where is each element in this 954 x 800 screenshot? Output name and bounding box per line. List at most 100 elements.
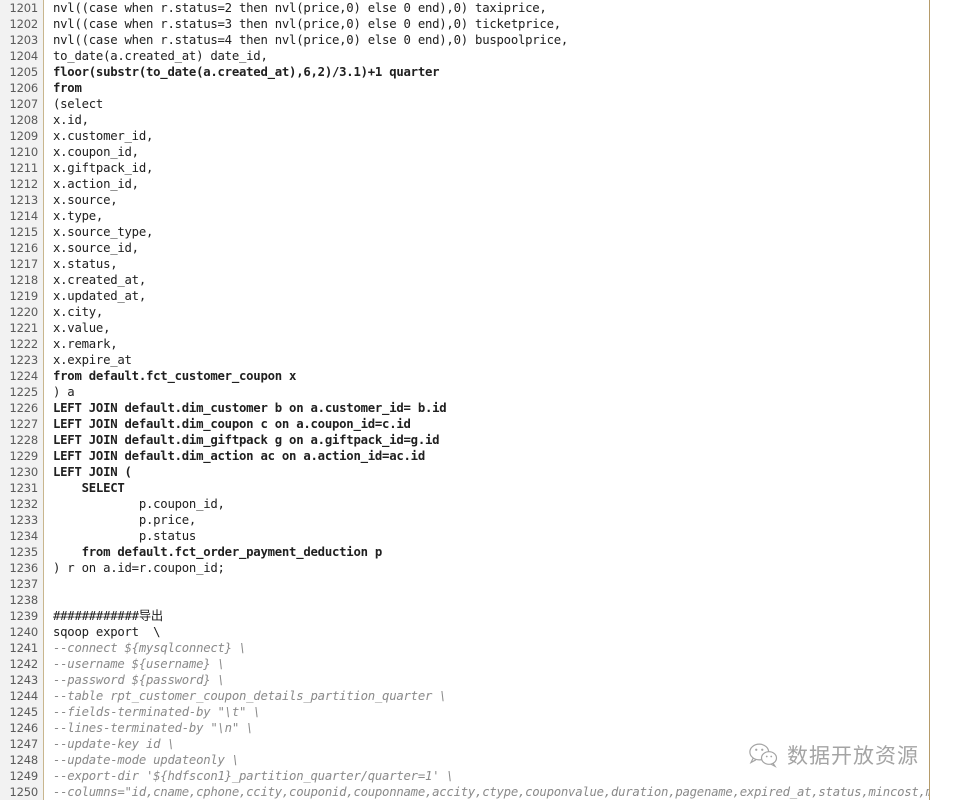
code-text: LEFT JOIN default.dim_giftpack g on a.gi… [53,433,440,447]
code-text: x.value, [53,321,111,335]
code-line[interactable]: 1226 LEFT JOIN default.dim_customer b on … [0,400,929,416]
code-line[interactable]: 1210 x.coupon_id, [0,144,929,160]
line-number: 1204 [0,48,44,64]
code-editor: 1201 nvl((case when r.status=2 then nvl(p… [0,0,954,800]
code-line[interactable]: 1220 x.city, [0,304,929,320]
code-line[interactable]: 1224 from default.fct_customer_coupon x [0,368,929,384]
code-line[interactable]: 1236 ) r on a.id=r.coupon_id; [0,560,929,576]
code-line[interactable]: 1202 nvl((case when r.status=3 then nvl(p… [0,16,929,32]
code-line[interactable]: 1241 --connect ${mysqlconnect} \ [0,640,929,656]
code-text: LEFT JOIN default.dim_customer b on a.cu… [53,401,447,415]
code-line[interactable]: 1206 from [0,80,929,96]
code-line[interactable]: 1237 [0,576,929,592]
code-line[interactable]: 1247 --update-key id \ [0,736,929,752]
code-line[interactable]: 1201 nvl((case when r.status=2 then nvl(p… [0,0,929,16]
code-text: --password ${password} \ [53,673,225,687]
code-line[interactable]: 1230 LEFT JOIN ( [0,464,929,480]
line-number: 1220 [0,304,44,320]
code-text: --connect ${mysqlconnect} \ [53,641,247,655]
code-text: from default.fct_customer_coupon x [53,369,297,383]
code-text: x.action_id, [53,177,139,191]
code-text: ############导出 [53,609,163,623]
code-line[interactable]: 1216 x.source_id, [0,240,929,256]
code-line[interactable]: 1231 SELECT [0,480,929,496]
code-line[interactable]: 1229 LEFT JOIN default.dim_action ac on a… [0,448,929,464]
code-line[interactable]: 1246 --lines-terminated-by "\n" \ [0,720,929,736]
code-line[interactable]: 1225) a [0,384,929,400]
code-line[interactable]: 1243 --password ${password} \ [0,672,929,688]
line-number: 1244 [0,688,44,704]
line-number: 1226 [0,400,44,416]
code-line[interactable]: 1217 x.status, [0,256,929,272]
code-text: ) r on a.id=r.coupon_id; [53,561,225,575]
code-line[interactable]: 1213 x.source, [0,192,929,208]
code-line[interactable]: 1242 --username ${username} \ [0,656,929,672]
line-number: 1243 [0,672,44,688]
code-line[interactable]: 1222 x.remark, [0,336,929,352]
code-line[interactable]: 1204 to_date(a.created_at) date_id, [0,48,929,64]
code-line[interactable]: 1239 ############导出 [0,608,929,624]
code-line[interactable]: 1214 x.type, [0,208,929,224]
code-line[interactable]: 1219 x.updated_at, [0,288,929,304]
code-line[interactable]: 1235 from default.fct_order_payment_dedu… [0,544,929,560]
code-line[interactable]: 1228 LEFT JOIN default.dim_giftpack g on … [0,432,929,448]
code-text: floor(substr(to_date(a.created_at),6,2)/… [53,65,440,79]
line-number: 1207 [0,96,44,112]
line-number: 1236 [0,560,44,576]
code-line[interactable]: 1218 x.created_at, [0,272,929,288]
code-text: x.expire_at [53,353,132,367]
line-number: 1201 [0,0,44,16]
code-line[interactable]: 1215 x.source_type, [0,224,929,240]
code-line[interactable]: 1234 p.status [0,528,929,544]
code-line[interactable]: 1209 x.customer_id, [0,128,929,144]
code-line[interactable]: 1248 --update-mode updateonly \ [0,752,929,768]
code-text: SELECT [53,481,125,495]
code-line[interactable]: 1238 [0,592,929,608]
line-number: 1209 [0,128,44,144]
code-text: x.source, [53,193,118,207]
code-text: --table rpt_customer_coupon_details_part… [53,689,447,703]
code-text: x.giftpack_id, [53,161,154,175]
line-number: 1222 [0,336,44,352]
line-number: 1223 [0,352,44,368]
code-text: LEFT JOIN ( [53,465,132,479]
code-text: x.status, [53,257,118,271]
line-number: 1242 [0,656,44,672]
code-line[interactable]: 1240 sqoop export \ [0,624,929,640]
line-number: 1245 [0,704,44,720]
right-margin-rule [929,0,930,800]
code-line[interactable]: 1211 x.giftpack_id, [0,160,929,176]
code-line[interactable]: 1249 --export-dir '${hdfscon1}_partition_… [0,768,929,784]
line-number: 1228 [0,432,44,448]
line-number: 1250 [0,784,44,800]
code-text: nvl((case when r.status=4 then nvl(price… [53,33,569,47]
code-text: LEFT JOIN default.dim_action ac on a.act… [53,449,425,463]
code-text: x.source_type, [53,225,154,239]
code-line[interactable]: 1203 nvl((case when r.status=4 then nvl(p… [0,32,929,48]
code-line[interactable]: 1250 --columns="id,cname,cphone,ccity,cou… [0,784,929,800]
code-text: --update-key id \ [53,737,175,751]
line-number: 1247 [0,736,44,752]
code-text: LEFT JOIN default.dim_coupon c on a.coup… [53,417,411,431]
code-text: nvl((case when r.status=3 then nvl(price… [53,17,561,31]
code-line[interactable]: 1227 LEFT JOIN default.dim_coupon c on a.… [0,416,929,432]
code-text: nvl((case when r.status=2 then nvl(price… [53,1,547,15]
code-lines-container[interactable]: 1201 nvl((case when r.status=2 then nvl(p… [0,0,929,800]
code-line[interactable]: 1245 --fields-terminated-by "\t" \ [0,704,929,720]
code-line[interactable]: 1244 --table rpt_customer_coupon_details_… [0,688,929,704]
line-number: 1218 [0,272,44,288]
code-text: x.coupon_id, [53,145,139,159]
code-text: x.updated_at, [53,289,146,303]
code-line[interactable]: 1205 floor(substr(to_date(a.created_at),6… [0,64,929,80]
code-line[interactable]: 1212 x.action_id, [0,176,929,192]
line-number: 1229 [0,448,44,464]
code-line[interactable]: 1232 p.coupon_id, [0,496,929,512]
line-number: 1219 [0,288,44,304]
code-line[interactable]: 1233 p.price, [0,512,929,528]
code-line[interactable]: 1221 x.value, [0,320,929,336]
code-line[interactable]: 1207 (select [0,96,929,112]
code-text: p.price, [53,513,197,527]
code-line[interactable]: 1208 x.id, [0,112,929,128]
code-line[interactable]: 1223 x.expire_at [0,352,929,368]
